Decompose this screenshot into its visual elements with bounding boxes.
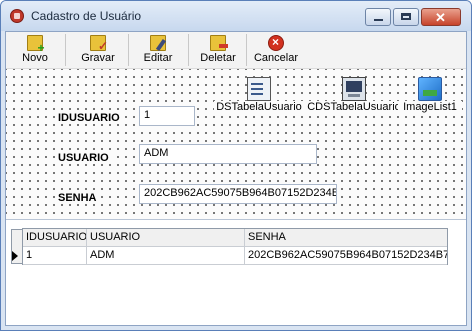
app-window: Cadastro de Usuário ✕ + Novo ✓ Gravar Ed… bbox=[0, 0, 472, 331]
minimize-icon bbox=[374, 19, 383, 21]
cell-idusuario[interactable]: 1 bbox=[23, 247, 87, 264]
grid-area: IDUSUARIO USUARIO SENHA 1 ADM 202CB962AC… bbox=[6, 219, 466, 325]
column-header-idusuario[interactable]: IDUSUARIO bbox=[23, 229, 87, 246]
form-panel: DSTabelaUsuario CDSTabelaUsuario ImageLi… bbox=[6, 69, 466, 219]
editar-button[interactable]: Editar bbox=[130, 32, 186, 68]
senha-label: SENHA bbox=[56, 192, 99, 204]
component-imagelist1[interactable]: ImageList1 bbox=[398, 77, 462, 113]
deletar-button[interactable]: Deletar bbox=[190, 32, 246, 68]
app-icon[interactable] bbox=[10, 9, 24, 23]
maximize-button[interactable] bbox=[393, 8, 419, 26]
datasource-icon bbox=[247, 77, 271, 101]
usuario-grid[interactable]: IDUSUARIO USUARIO SENHA 1 ADM 202CB962AC… bbox=[11, 228, 448, 265]
minimize-button[interactable] bbox=[365, 8, 391, 26]
novo-button[interactable]: + Novo bbox=[10, 32, 60, 68]
component-cdstabelausuario-label: CDSTabelaUsuario bbox=[306, 101, 402, 113]
title-bar[interactable]: Cadastro de Usuário ✕ bbox=[1, 1, 471, 31]
gravar-button[interactable]: ✓ Gravar bbox=[70, 32, 126, 68]
senha-field[interactable]: 202CB962AC59075B964B07152D234B70 bbox=[139, 184, 337, 204]
close-button[interactable]: ✕ bbox=[421, 8, 461, 26]
client-area: + Novo ✓ Gravar Editar Deletar × Cancela… bbox=[5, 31, 467, 326]
component-dstabelausuario[interactable]: DSTabelaUsuario bbox=[214, 77, 304, 113]
usuario-field[interactable]: ADM bbox=[139, 144, 317, 164]
table-row[interactable]: 1 ADM 202CB962AC59075B964B07152D234B70 bbox=[12, 247, 447, 265]
cell-senha[interactable]: 202CB962AC59075B964B07152D234B70 bbox=[245, 247, 447, 264]
toolbar-separator bbox=[128, 34, 129, 66]
cancelar-button-label: Cancelar bbox=[253, 52, 299, 64]
edit-pencil-icon bbox=[150, 35, 167, 52]
editar-button-label: Editar bbox=[143, 52, 173, 64]
close-icon: ✕ bbox=[435, 10, 446, 25]
usuario-label: USUARIO bbox=[56, 152, 111, 164]
maximize-icon bbox=[401, 13, 411, 20]
cancel-icon: × bbox=[268, 35, 284, 51]
cell-usuario[interactable]: ADM bbox=[87, 247, 245, 264]
delete-document-icon bbox=[210, 35, 228, 51]
toolbar-separator bbox=[246, 34, 247, 66]
toolbar: + Novo ✓ Gravar Editar Deletar × Cancela… bbox=[6, 32, 466, 69]
novo-button-label: Novo bbox=[22, 52, 48, 64]
idusuario-label: IDUSUARIO bbox=[56, 112, 122, 124]
save-check-icon: ✓ bbox=[90, 35, 108, 52]
toolbar-separator bbox=[65, 34, 66, 66]
window-title: Cadastro de Usuário bbox=[31, 9, 142, 23]
component-dstabelausuario-label: DSTabelaUsuario bbox=[214, 101, 304, 113]
clientdataset-icon bbox=[342, 77, 366, 101]
current-row-indicator-icon bbox=[12, 251, 18, 261]
component-cdstabelausuario[interactable]: CDSTabelaUsuario bbox=[306, 77, 402, 113]
cancelar-button[interactable]: × Cancelar bbox=[248, 32, 304, 68]
toolbar-separator bbox=[188, 34, 189, 66]
component-imagelist1-label: ImageList1 bbox=[398, 101, 462, 113]
imagelist-icon bbox=[418, 77, 442, 101]
gravar-button-label: Gravar bbox=[81, 52, 115, 64]
column-header-usuario[interactable]: USUARIO bbox=[87, 229, 245, 246]
grid-header-row: IDUSUARIO USUARIO SENHA bbox=[23, 229, 447, 247]
new-document-icon: + bbox=[27, 35, 45, 54]
idusuario-field[interactable]: 1 bbox=[139, 106, 195, 126]
column-header-senha[interactable]: SENHA bbox=[245, 229, 447, 246]
deletar-button-label: Deletar bbox=[200, 52, 236, 64]
